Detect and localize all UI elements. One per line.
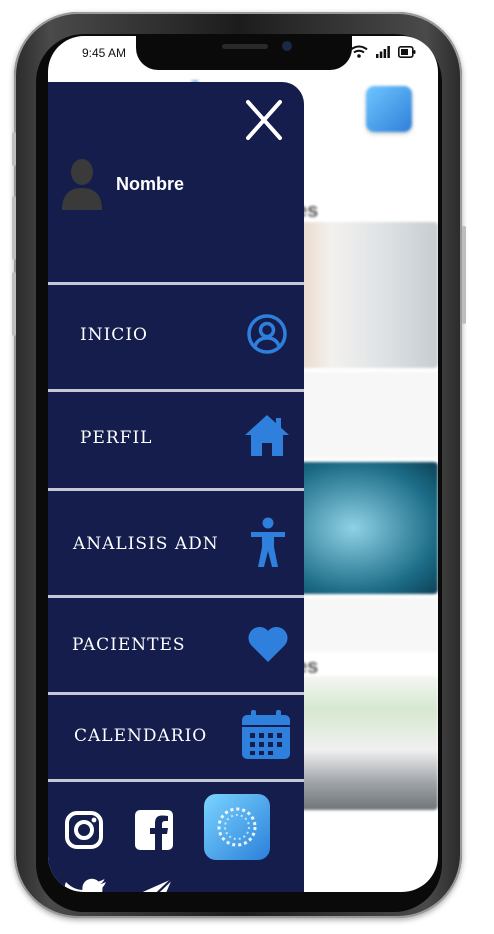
battery-icon xyxy=(398,45,416,58)
laptop-image-card[interactable] xyxy=(296,676,438,810)
menu-item-analisis-adn[interactable]: ANALISIS ADN xyxy=(48,491,304,595)
screen: h es es 9:45 AM xyxy=(48,36,438,892)
status-time: 9:45 AM xyxy=(82,46,127,60)
menu-item-perfil[interactable]: PERFIL xyxy=(48,392,304,488)
divider xyxy=(48,779,304,782)
calendar-icon xyxy=(242,710,290,759)
close-icon[interactable] xyxy=(244,98,284,142)
twitter-icon[interactable] xyxy=(62,876,108,892)
menu-item-calendario[interactable]: CALENDARIO xyxy=(48,695,304,779)
mute-switch xyxy=(12,132,16,166)
wifi-icon xyxy=(350,45,368,58)
home-icon xyxy=(245,415,289,456)
user-profile-header[interactable]: Nombre xyxy=(62,154,292,214)
instagram-icon[interactable] xyxy=(64,810,104,850)
app-logo-icon[interactable] xyxy=(204,794,270,860)
signal-icon xyxy=(376,45,390,58)
send-icon[interactable] xyxy=(134,876,174,892)
user-circle-icon xyxy=(247,314,287,354)
power-button xyxy=(462,226,466,324)
user-name: Nombre xyxy=(116,173,185,194)
card-spacer xyxy=(296,598,438,652)
avatar-icon xyxy=(62,159,102,210)
front-camera xyxy=(282,41,292,51)
facebook-icon[interactable] xyxy=(134,809,174,851)
speaker-grille xyxy=(222,44,268,49)
dna-image-card[interactable] xyxy=(296,462,438,594)
volume-up-button xyxy=(12,196,16,260)
navigation-drawer: Nombre INICIO PERFIL ANALISIS ADN PACIEN… xyxy=(48,82,304,892)
logo-ring-icon xyxy=(217,807,257,847)
menu-item-pacientes[interactable]: PACIENTES xyxy=(48,598,304,692)
menu-label: ANALISIS ADN xyxy=(73,534,219,554)
notch xyxy=(136,36,352,70)
card-spacer xyxy=(296,372,438,458)
menu-item-inicio[interactable]: INICIO xyxy=(48,285,304,389)
status-icons xyxy=(350,45,416,58)
status-bar: 9:45 AM xyxy=(48,36,438,72)
menu-label: CALENDARIO xyxy=(74,726,208,746)
menu-label: PACIENTES xyxy=(72,635,186,655)
app-logo-icon[interactable] xyxy=(366,86,412,132)
volume-down-button xyxy=(12,272,16,336)
menu-label: PERFIL xyxy=(80,428,153,448)
doctor-image-card[interactable] xyxy=(296,222,438,368)
menu-label: INICIO xyxy=(80,325,148,345)
person-icon xyxy=(251,517,285,567)
heart-icon xyxy=(248,626,288,662)
